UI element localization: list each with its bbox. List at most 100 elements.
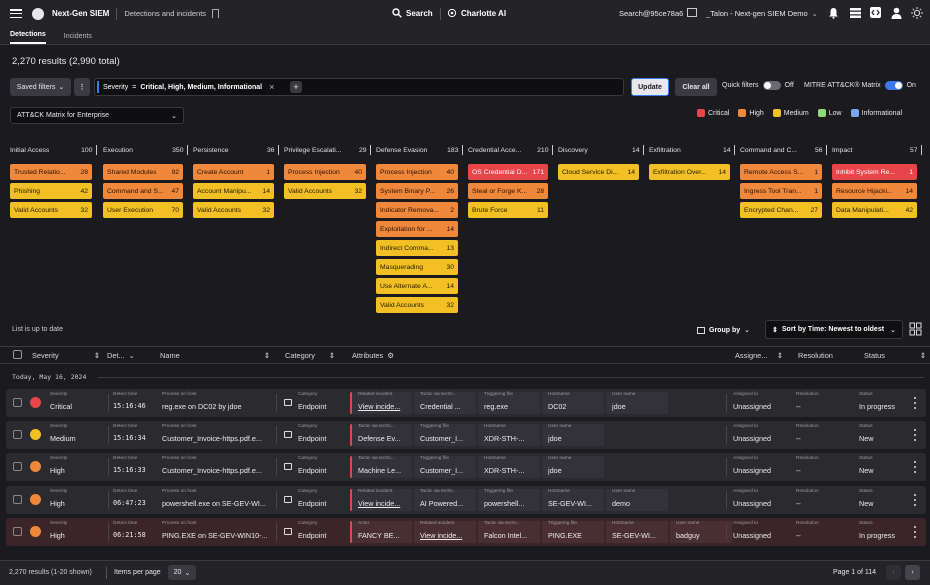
related-incident-link[interactable]: View incide... — [420, 531, 474, 540]
column-category[interactable]: Category ⇕ — [285, 347, 335, 363]
matrix-select[interactable]: ATT&CK Matrix for Enterprise ⌄ — [10, 107, 184, 124]
table-row[interactable]: Severity High Detect time 06:21:58 Process o… — [6, 518, 926, 546]
technique-cell[interactable]: Process Injection 40 — [284, 164, 366, 180]
technique-cell[interactable]: Valid Accounts 32 — [284, 183, 366, 199]
technique-cell[interactable]: Steal or Forge K... 28 — [468, 183, 548, 199]
table-row[interactable]: Severity High Detect time 06:47:23 Process o… — [6, 486, 926, 514]
group-by-button[interactable]: Group by ⌄ — [697, 326, 750, 334]
technique-cell[interactable]: Cloud Service Di... 14 — [558, 164, 639, 180]
attribute-field[interactable]: Related incident View incide... — [414, 521, 476, 543]
technique-cell[interactable]: Valid Accounts 32 — [193, 202, 274, 218]
technique-cell[interactable]: User Execution 70 — [103, 202, 183, 218]
charlotte-ai-button[interactable]: Charlotte AI — [447, 8, 506, 18]
related-incident-link[interactable]: View incide... — [358, 499, 412, 508]
technique-cell[interactable]: Masquerading 30 — [376, 259, 458, 275]
column-status[interactable]: Status ⇕ — [864, 347, 926, 363]
saved-filters-button[interactable]: Saved filters ⌄ — [10, 78, 71, 96]
tactic-header[interactable]: Credential Acce... 210 — [468, 142, 553, 158]
technique-cell[interactable]: Trusted Relatio... 28 — [10, 164, 92, 180]
row-checkbox[interactable] — [13, 527, 22, 536]
search-button[interactable]: Search — [392, 8, 433, 18]
bookmark-icon[interactable] — [212, 9, 220, 18]
panel-icon[interactable] — [687, 8, 697, 17]
technique-cell[interactable]: Indirect Comma... 13 — [376, 240, 458, 256]
filter-options-button[interactable]: ⋮ — [74, 78, 90, 96]
product-name[interactable]: Next-Gen SIEM — [52, 9, 109, 18]
table-row[interactable]: Severity Critical Detect time 15:16:46 Proce… — [6, 389, 926, 417]
technique-cell[interactable]: OS Credential D... 171 — [468, 164, 548, 180]
technique-cell[interactable]: Encrypted Chan... 27 — [740, 202, 822, 218]
technique-cell[interactable]: Ingress Tool Tran... 1 — [740, 183, 822, 199]
row-checkbox[interactable] — [13, 398, 22, 407]
clear-all-button[interactable]: Clear all — [675, 78, 717, 96]
technique-cell[interactable]: Data Manipulati... 42 — [832, 202, 917, 218]
update-button[interactable]: Update — [631, 78, 669, 96]
column-detect-time[interactable]: Det... ⌄ — [107, 347, 147, 363]
more-actions-icon[interactable] — [913, 494, 916, 506]
technique-cell[interactable]: Remote Access S... 1 — [740, 164, 822, 180]
tactic-header[interactable]: Impact 57 — [832, 142, 922, 158]
related-incident-link[interactable]: View incide... — [358, 402, 412, 411]
technique-cell[interactable]: Process Injection 40 — [376, 164, 458, 180]
user-profile-icon[interactable] — [891, 7, 902, 19]
tactic-header[interactable]: Defense Evasion 183 — [376, 142, 463, 158]
tactic-header[interactable]: Discovery 14 — [558, 142, 644, 158]
toggle-off-switch[interactable] — [762, 81, 781, 90]
notifications-icon[interactable] — [828, 7, 839, 19]
severity-filter-chip[interactable]: Severity = Critical, High, Medium, Infor… — [97, 81, 274, 93]
quick-filters-toggle[interactable]: Quick filters Off — [722, 81, 794, 90]
technique-cell[interactable]: Command and S... 47 — [103, 183, 183, 199]
tactic-header[interactable]: Persistence 36 — [193, 142, 279, 158]
technique-cell[interactable]: System Binary P... 26 — [376, 183, 458, 199]
row-checkbox[interactable] — [13, 495, 22, 504]
settings-icon[interactable]: ⚙ — [387, 351, 394, 360]
more-actions-icon[interactable] — [913, 397, 916, 409]
technique-cell[interactable]: Inhibit System Re... 1 — [832, 164, 917, 180]
technique-cell[interactable]: Shared Modules 92 — [103, 164, 183, 180]
technique-cell[interactable]: Exfiltration Over... 14 — [649, 164, 730, 180]
technique-cell[interactable]: Valid Accounts 32 — [10, 202, 92, 218]
attribute-field[interactable]: Related incident View incide... — [350, 392, 412, 414]
tactic-header[interactable]: Exfiltration 14 — [649, 142, 735, 158]
row-checkbox[interactable] — [13, 462, 22, 471]
legend-item-medium[interactable]: Medium — [772, 109, 809, 117]
tactic-header[interactable]: Privilege Escalati... 29 — [284, 142, 371, 158]
previous-page-button[interactable]: ‹ — [886, 565, 901, 580]
tab-detections[interactable]: Detections — [10, 31, 46, 44]
next-page-button[interactable]: › — [905, 565, 920, 580]
tenant-selector[interactable]: _Talon - Next-gen SIEM Demo ⌄ — [706, 9, 818, 18]
sort-by-select[interactable]: ⇕ Sort by Time: Newest to oldest ⌄ — [765, 320, 903, 339]
close-icon[interactable]: × — [269, 82, 274, 92]
items-per-page-select[interactable]: 20 ⌄ — [168, 565, 196, 580]
tactic-header[interactable]: Initial Access 100 — [10, 142, 97, 158]
technique-cell[interactable]: Resource Hijacki... 14 — [832, 183, 917, 199]
add-filter-button[interactable]: + — [290, 81, 302, 93]
column-name[interactable]: Name ⇕ — [160, 347, 270, 363]
code-icon[interactable] — [870, 7, 881, 18]
row-checkbox[interactable] — [13, 430, 22, 439]
legend-item-high[interactable]: High — [738, 109, 764, 117]
tactic-header[interactable]: Command and C... 56 — [740, 142, 827, 158]
select-all-checkbox[interactable] — [13, 350, 22, 359]
more-actions-icon[interactable] — [913, 526, 916, 538]
breadcrumb[interactable]: Detections and incidents — [124, 9, 206, 18]
mitre-matrix-toggle[interactable]: MITRE ATT&CK® Matrix On — [804, 81, 916, 90]
technique-cell[interactable]: Brute Force 11 — [468, 202, 548, 218]
flag-icon[interactable] — [850, 8, 861, 18]
toggle-on-switch[interactable] — [884, 81, 903, 90]
column-layout-icon[interactable] — [909, 322, 922, 336]
technique-cell[interactable]: Phishing 42 — [10, 183, 92, 199]
table-row[interactable]: Severity High Detect time 15:16:33 Process o… — [6, 453, 926, 481]
tactic-header[interactable]: Execution 350 — [103, 142, 188, 158]
technique-cell[interactable]: Exploitation for ... 14 — [376, 221, 458, 237]
technique-cell[interactable]: Indicator Remova... 2 — [376, 202, 458, 218]
technique-cell[interactable]: Account Manipu... 14 — [193, 183, 274, 199]
technique-cell[interactable]: Valid Accounts 32 — [376, 297, 458, 313]
more-actions-icon[interactable] — [913, 461, 916, 473]
legend-item-informational[interactable]: Informational — [850, 109, 902, 117]
tab-incidents[interactable]: Incidents — [64, 33, 92, 44]
legend-item-low[interactable]: Low — [817, 109, 842, 117]
attribute-field[interactable]: Related incident View incide... — [350, 489, 412, 511]
column-assignee[interactable]: Assigne... ⇕ — [735, 347, 783, 363]
menu-icon[interactable] — [10, 9, 22, 18]
